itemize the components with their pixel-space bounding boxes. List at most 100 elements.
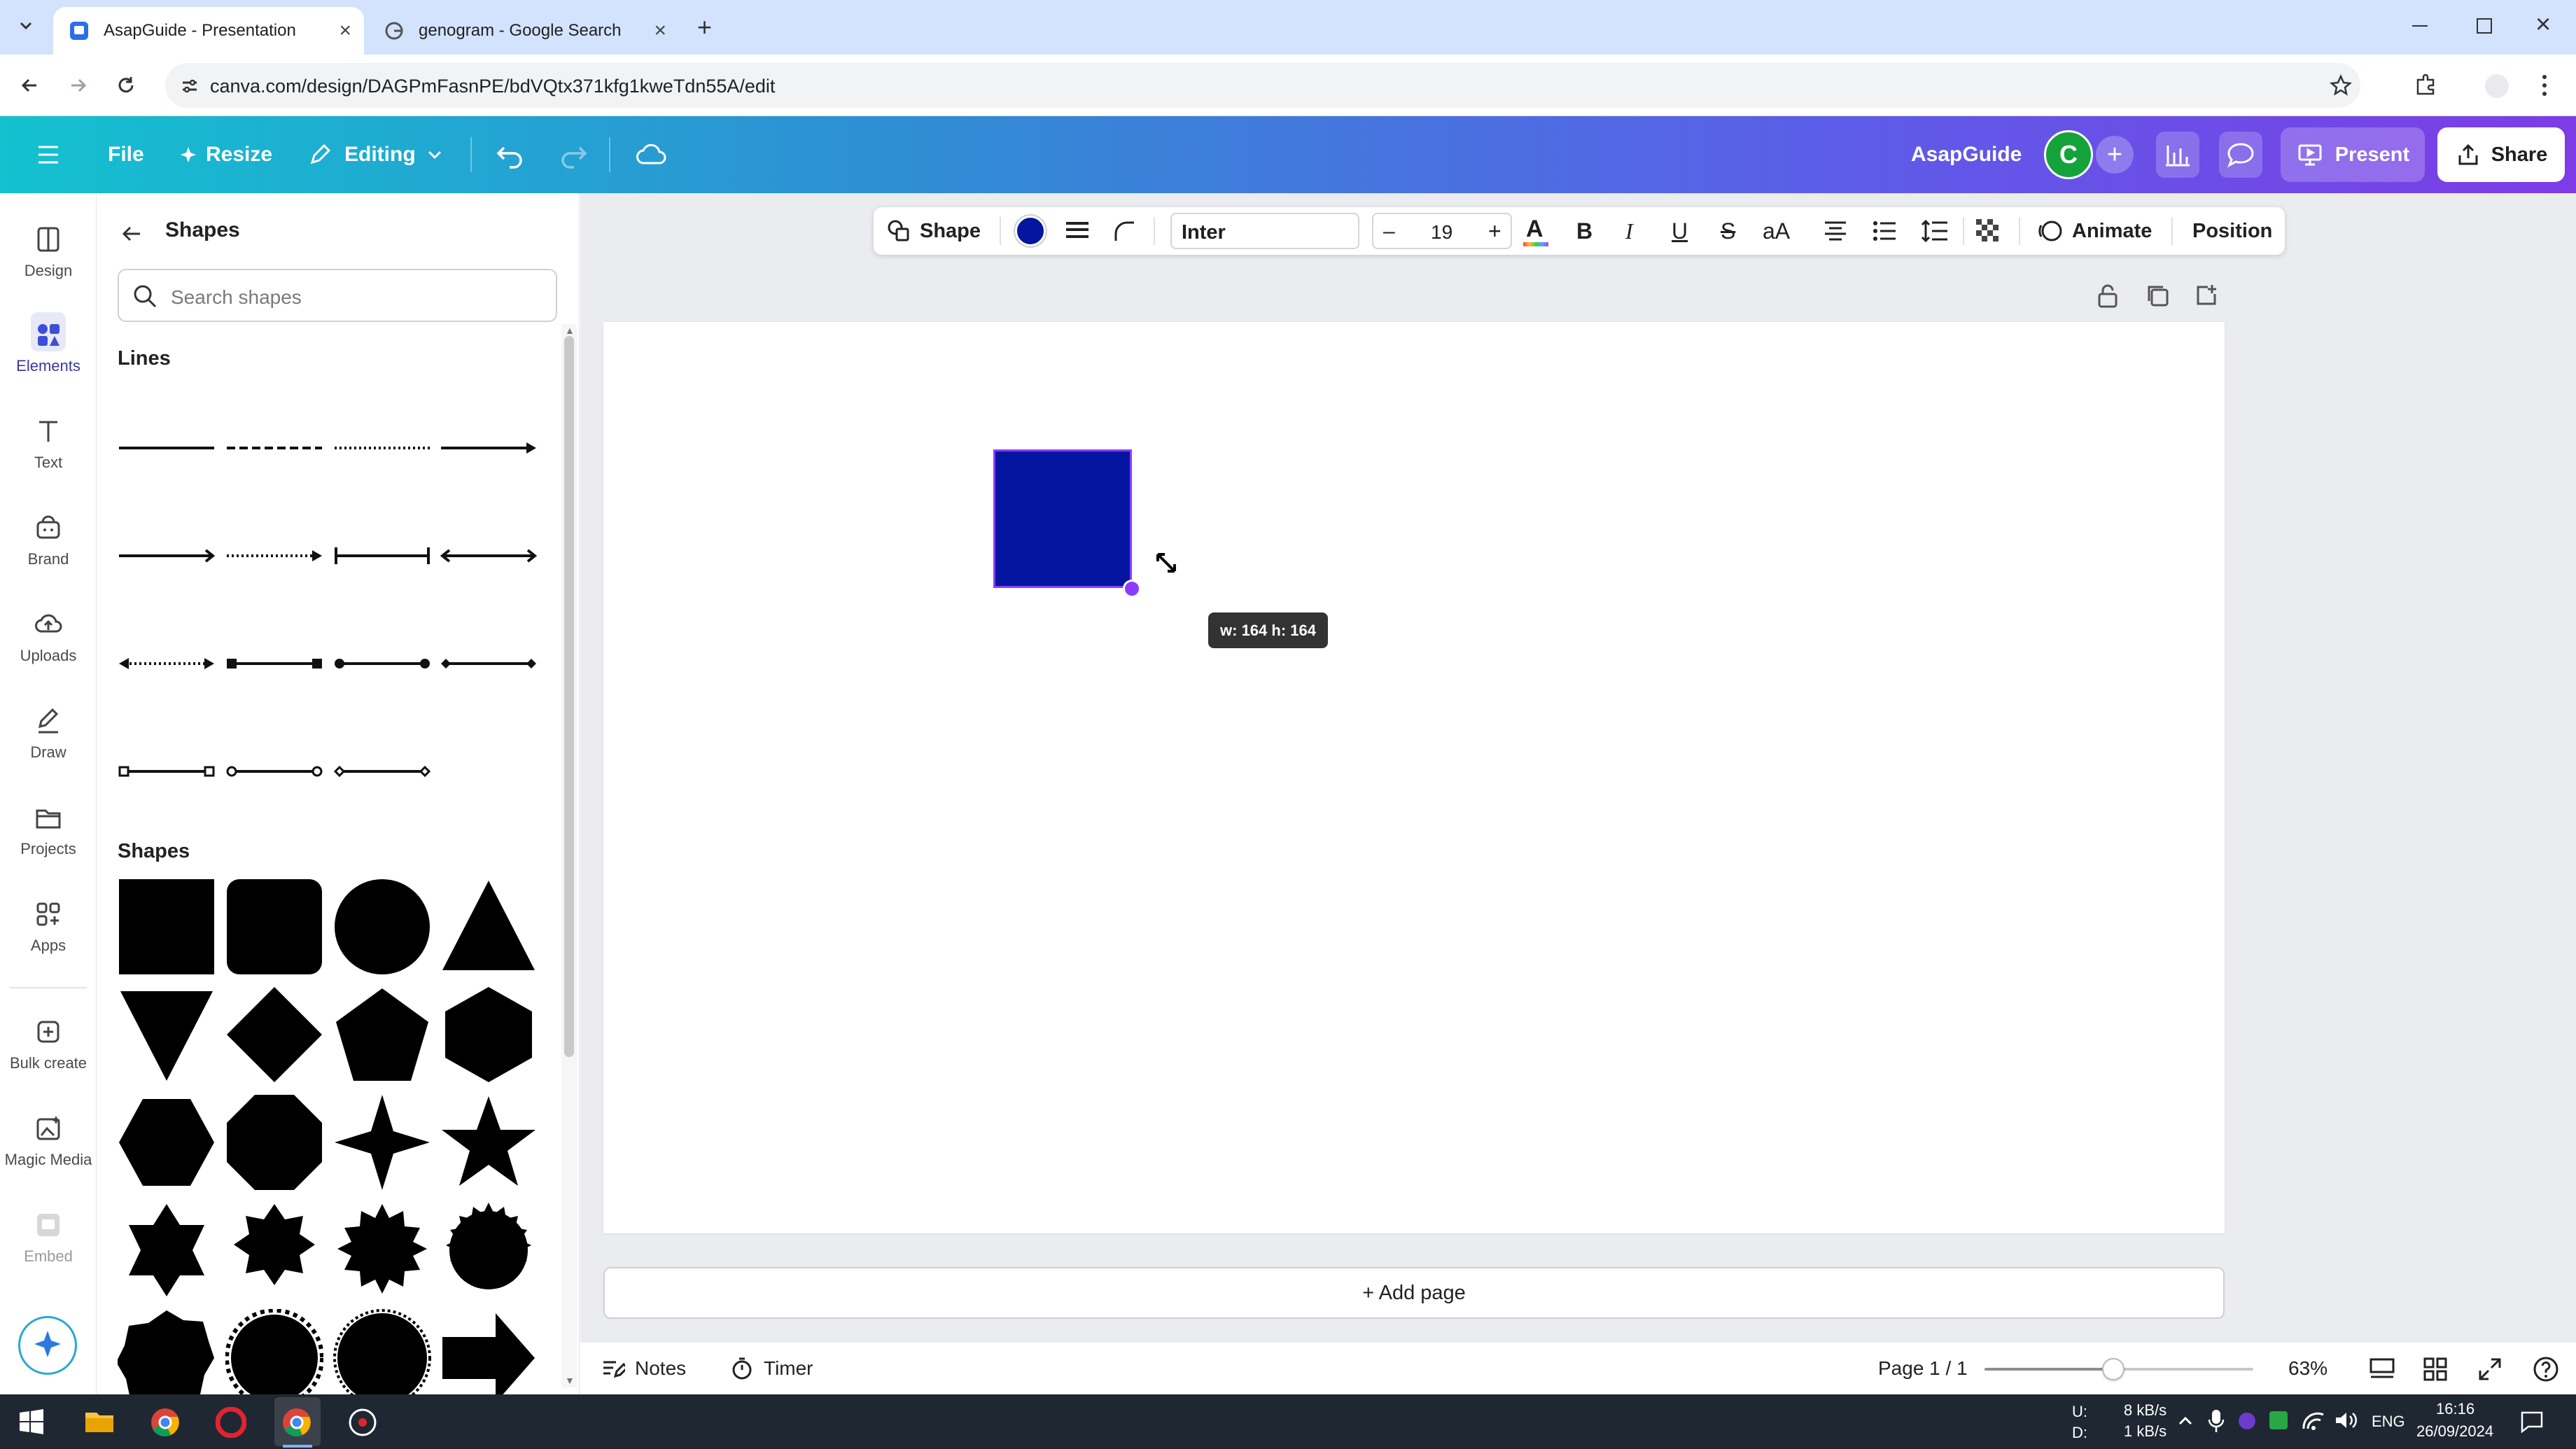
- avatar[interactable]: C: [2044, 130, 2093, 179]
- profile-icon[interactable]: [2485, 74, 2509, 98]
- back-arrow-icon[interactable]: [119, 221, 144, 246]
- font-family-select[interactable]: Inter: [1170, 213, 1359, 249]
- url-field[interactable]: canva.com/design/DAGPmFasnPE/bdVQtx371kf…: [165, 63, 2360, 108]
- shape-circle[interactable]: [333, 878, 431, 976]
- fullscreen-icon[interactable]: [2477, 1357, 2502, 1382]
- bullet-list-icon[interactable]: [1872, 218, 1897, 244]
- volume-icon[interactable]: [2334, 1410, 2358, 1431]
- tray-app-icon[interactable]: [2237, 1411, 2257, 1431]
- help-icon[interactable]: [2532, 1355, 2560, 1383]
- letter-case-button[interactable]: aA: [1763, 207, 1790, 255]
- file-menu-button[interactable]: File: [108, 116, 144, 193]
- scroll-down-icon[interactable]: ▼: [565, 1375, 575, 1386]
- shape-four-point-star[interactable]: [333, 1093, 431, 1191]
- thumbnail-view-icon[interactable]: [2368, 1357, 2396, 1382]
- rail-item-magic-media[interactable]: Magic Media: [0, 1113, 97, 1169]
- line-dotted-arrow[interactable]: [225, 542, 323, 570]
- browser-menu-icon[interactable]: [2541, 73, 2548, 98]
- timer-button[interactable]: Timer: [730, 1343, 813, 1394]
- shape-seal[interactable]: [225, 1309, 323, 1394]
- line-dotted[interactable]: [333, 434, 431, 462]
- shape-diamond[interactable]: [225, 986, 323, 1084]
- present-button[interactable]: Present: [2281, 127, 2425, 182]
- transparency-icon[interactable]: [1974, 217, 2002, 245]
- redo-icon[interactable]: [556, 138, 589, 172]
- rail-item-elements[interactable]: Elements: [0, 312, 97, 375]
- shape-pentagon[interactable]: [333, 986, 431, 1084]
- corner-rounding-icon[interactable]: [1112, 218, 1137, 244]
- line-hollow-circle-ends[interactable]: [225, 757, 323, 785]
- comments-button[interactable]: [2219, 132, 2262, 178]
- site-settings-icon[interactable]: [181, 77, 199, 95]
- editing-mode-button[interactable]: Editing: [308, 116, 444, 193]
- share-button[interactable]: Share: [2437, 127, 2565, 182]
- team-name[interactable]: AsapGuide: [1911, 116, 2022, 193]
- rail-item-text[interactable]: Text: [0, 416, 97, 472]
- undo-icon[interactable]: [494, 138, 528, 172]
- zoom-slider-thumb[interactable]: [2102, 1358, 2125, 1380]
- tray-green-app-icon[interactable]: [2268, 1410, 2289, 1431]
- shape-twelve-point-star[interactable]: [333, 1201, 431, 1299]
- bookmark-star-icon[interactable]: [2330, 74, 2352, 97]
- tab-asapguide[interactable]: AsapGuide - Presentation ×: [53, 7, 364, 55]
- add-page-icon[interactable]: [2194, 283, 2219, 308]
- line-hollow-diamond-ends[interactable]: [333, 757, 431, 785]
- rail-item-brand[interactable]: Brand: [0, 512, 97, 568]
- insights-button[interactable]: [2156, 132, 2199, 178]
- line-solid[interactable]: [118, 434, 216, 462]
- close-tab-icon[interactable]: ×: [654, 19, 666, 43]
- close-tab-icon[interactable]: ×: [339, 19, 351, 43]
- panel-scrollbar[interactable]: ▲ ▼: [561, 323, 577, 1387]
- rail-item-bulk-create[interactable]: Bulk create: [0, 1016, 97, 1072]
- shape-button[interactable]: Shape: [886, 207, 981, 255]
- windows-start-icon[interactable]: [18, 1408, 45, 1435]
- grid-view-icon[interactable]: [2423, 1357, 2448, 1382]
- zoom-level[interactable]: 63%: [2288, 1343, 2328, 1394]
- microphone-icon[interactable]: [2208, 1408, 2225, 1434]
- shape-burst-star[interactable]: [440, 1201, 538, 1299]
- shape-six-point-star[interactable]: [118, 1201, 216, 1299]
- line-circle-ends[interactable]: [333, 650, 431, 678]
- font-size-value[interactable]: 19: [1431, 221, 1452, 244]
- border-style-icon[interactable]: [1064, 218, 1091, 244]
- line-arrow-open[interactable]: [118, 542, 216, 570]
- line-double-arrow[interactable]: [440, 542, 538, 570]
- text-color-button[interactable]: A: [1520, 214, 1551, 248]
- font-size-decrease[interactable]: –: [1383, 220, 1395, 244]
- extensions-icon[interactable]: [2414, 73, 2437, 97]
- duplicate-page-icon[interactable]: [2145, 283, 2170, 308]
- line-dashed[interactable]: [225, 434, 323, 462]
- line-diamond-ends[interactable]: [440, 650, 538, 678]
- main-menu-icon[interactable]: [36, 144, 60, 165]
- cloud-save-icon[interactable]: [634, 138, 668, 172]
- search-shapes-input[interactable]: Search shapes: [118, 269, 557, 322]
- shape-five-point-star[interactable]: [440, 1093, 538, 1191]
- line-square-ends[interactable]: [225, 650, 323, 678]
- language-indicator[interactable]: ENG: [2372, 1413, 2405, 1431]
- magic-assistant-button[interactable]: [18, 1316, 77, 1375]
- shape-triangle[interactable]: [440, 878, 538, 976]
- line-bar-ends[interactable]: [333, 542, 431, 570]
- zoom-slider[interactable]: [1984, 1358, 2253, 1380]
- add-collaborator-button[interactable]: +: [2096, 136, 2134, 174]
- shape-eight-point-star[interactable]: [225, 1201, 323, 1299]
- chrome-icon[interactable]: [150, 1407, 181, 1438]
- bold-button[interactable]: B: [1576, 207, 1592, 255]
- screen-recorder-icon[interactable]: [347, 1407, 378, 1438]
- tray-chevron-up-icon[interactable]: [2177, 1413, 2194, 1429]
- font-size-increase[interactable]: +: [1488, 218, 1502, 244]
- reload-icon[interactable]: [115, 74, 137, 97]
- line-arrow[interactable]: [440, 434, 538, 462]
- clock-date[interactable]: 26/09/2024: [2416, 1422, 2493, 1441]
- shape-heptagon-star[interactable]: [118, 1309, 216, 1394]
- fill-color-swatch[interactable]: [1015, 216, 1046, 246]
- close-window-icon[interactable]: ×: [2535, 10, 2551, 40]
- back-icon[interactable]: [18, 74, 41, 97]
- shape-arrow-right[interactable]: [440, 1309, 538, 1394]
- rail-item-apps[interactable]: Apps: [0, 899, 97, 955]
- strikethrough-button[interactable]: S: [1721, 207, 1735, 255]
- rail-item-design[interactable]: Design: [0, 224, 97, 280]
- rail-item-embed[interactable]: Embed: [0, 1210, 97, 1266]
- notification-center-icon[interactable]: [2520, 1410, 2544, 1434]
- selected-square-shape[interactable]: [993, 449, 1132, 588]
